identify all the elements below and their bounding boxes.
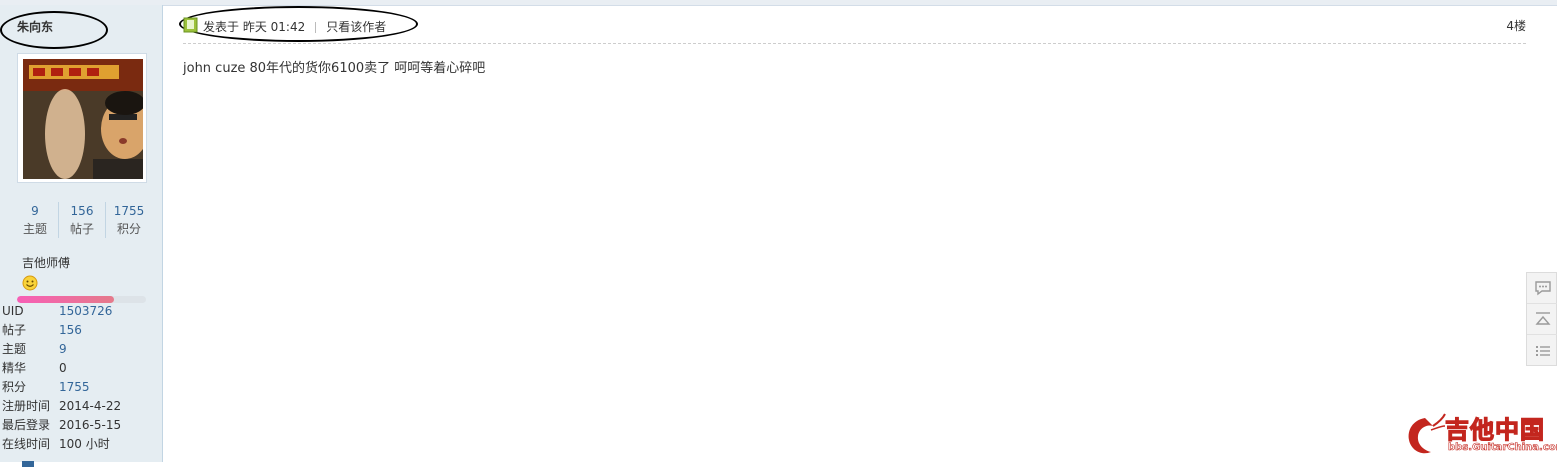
online-status-icon <box>183 17 199 33</box>
floor-number[interactable]: 4楼 <box>1506 17 1526 34</box>
info-key: 注册时间 <box>2 399 51 413</box>
stat-credits-value[interactable]: 1755 <box>106 202 152 220</box>
stat-threads-label: 主题 <box>22 222 47 236</box>
lobster-logo-icon <box>1408 413 1446 454</box>
logo-url: bbs.GuitarChina.com <box>1448 442 1557 454</box>
top-border <box>0 0 1557 6</box>
info-row: UID 1503726 <box>2 302 112 321</box>
stat-credits-label: 积分 <box>116 222 141 236</box>
post-message: john cuze 80年代的货你6100卖了 呵呵等着心碎吧 <box>183 61 486 76</box>
info-row: 最后登录 2016-5-15 <box>2 416 121 435</box>
info-value: 2016-5-15 <box>59 418 122 432</box>
info-row: 精华 0 <box>2 359 67 378</box>
side-toolbar <box>1526 272 1557 366</box>
stat-threads[interactable]: 9 主题 <box>12 202 58 238</box>
info-key: 帖子 <box>2 323 27 337</box>
reply-icon <box>1534 281 1551 296</box>
info-key: 精华 <box>2 361 27 375</box>
info-value[interactable]: 1503726 <box>59 304 112 318</box>
info-value: 100 小时 <box>59 437 110 451</box>
info-key: 最后登录 <box>2 418 51 432</box>
quick-reply-button[interactable] <box>1527 273 1557 304</box>
info-value: 2014-4-22 <box>59 399 122 413</box>
post-time: 发表于 昨天 01:42 <box>203 20 306 34</box>
thread-list-button[interactable] <box>1527 335 1557 366</box>
stat-threads-value[interactable]: 9 <box>12 202 58 220</box>
info-value[interactable]: 1755 <box>59 380 90 394</box>
stat-credits[interactable]: 1755 积分 <box>105 202 152 238</box>
user-rank: 吉他师傅 <box>22 256 71 270</box>
logo-text: 吉他中国 <box>1444 415 1545 444</box>
meta-divider <box>315 22 317 33</box>
info-key: 积分 <box>2 380 27 394</box>
stat-posts-label: 帖子 <box>69 222 94 236</box>
post-meta: 发表于 昨天 01:42 只看该作者 <box>203 18 386 35</box>
annotation-circle-name <box>0 11 108 49</box>
stat-posts-value[interactable]: 156 <box>59 202 105 220</box>
avatar-image[interactable] <box>23 59 143 179</box>
info-row: 帖子 156 <box>2 321 82 340</box>
info-value[interactable]: 9 <box>59 342 67 356</box>
info-key: 在线时间 <box>2 437 51 451</box>
author-sidebar: 朱向东 9 主题 156 帖子 1755 积分 吉他师傅 UID 1503726… <box>0 5 163 467</box>
smiley-icon <box>22 275 38 291</box>
info-row: 注册时间 2014-4-22 <box>2 397 121 416</box>
info-value: 0 <box>59 361 67 375</box>
info-value[interactable]: 156 <box>59 323 82 337</box>
info-key: 主题 <box>2 342 27 356</box>
back-to-top-icon <box>1534 312 1551 325</box>
stat-posts[interactable]: 156 帖子 <box>58 202 105 238</box>
info-row: 主题 9 <box>2 340 67 359</box>
only-author-link[interactable]: 只看该作者 <box>326 20 386 34</box>
back-to-top-button[interactable] <box>1527 304 1557 335</box>
info-key: UID <box>2 304 24 318</box>
list-icon <box>1535 345 1550 356</box>
post-header: 发表于 昨天 01:42 只看该作者 <box>183 13 1526 44</box>
info-row: 在线时间 100 小时 <box>2 435 110 454</box>
info-row: 积分 1755 <box>2 378 90 397</box>
avatar[interactable] <box>17 53 147 183</box>
author-stats: 9 主题 156 帖子 1755 积分 <box>12 202 152 238</box>
